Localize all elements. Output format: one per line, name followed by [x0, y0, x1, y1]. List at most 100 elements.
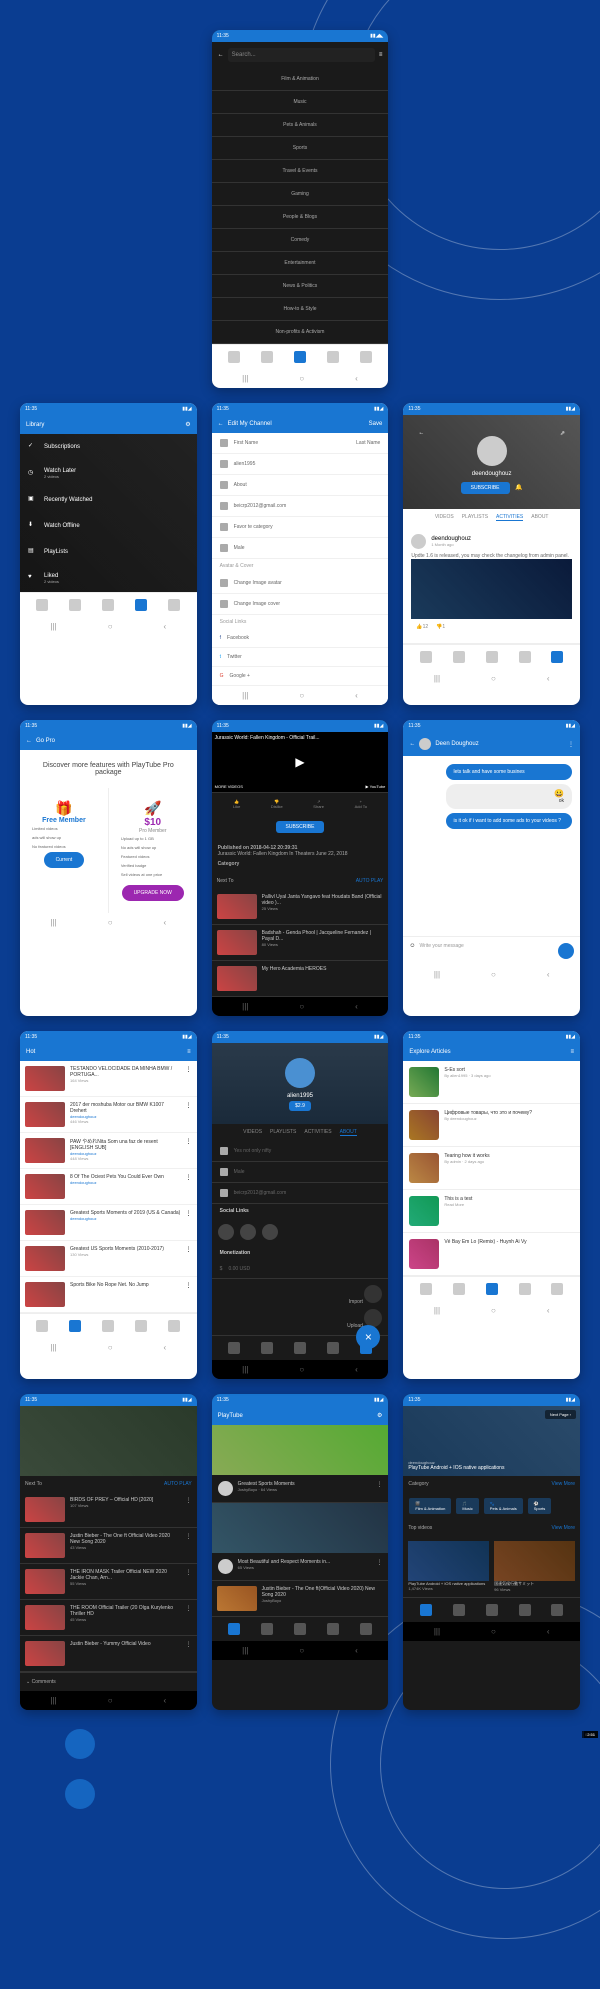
video-player[interactable]: Jurassic World: Fallen Kingdom - Officia… [212, 732, 389, 792]
more-icon[interactable]: ⋮ [186, 1605, 192, 1630]
back-icon[interactable]: ← [218, 421, 224, 427]
video-item[interactable]: PAW やめれNita Som una faz de resent [ENGLI… [20, 1133, 197, 1169]
article-item[interactable]: This is a testRead More [403, 1190, 580, 1233]
nav-library-icon[interactable] [519, 1283, 531, 1295]
watch-later-item[interactable]: ◷Watch Later2 videos [20, 460, 197, 487]
more-icon[interactable]: ⋮ [186, 1138, 192, 1163]
category-chip[interactable]: ⚽Sports [528, 1498, 552, 1514]
video-item[interactable]: THE ROOM Official Trailer (20 Olga Kuryl… [20, 1600, 197, 1636]
video-card[interactable]: 国連気候行動サミット 96 Views [494, 1541, 575, 1592]
email-row[interactable]: beicrp2012@gmail.com [212, 496, 389, 517]
tab-activities[interactable]: ACTIVITIES [496, 514, 523, 521]
more-icon[interactable]: ⋮ [186, 1282, 192, 1307]
category-item[interactable]: Sports [212, 137, 389, 160]
video-item[interactable]: Justin Bieber - Yummy Official Video⋮ [20, 1636, 197, 1672]
category-item[interactable]: Gaming [212, 183, 389, 206]
change-cover-row[interactable]: Change Image cover [212, 594, 389, 615]
tab-about[interactable]: ABOUT [340, 1129, 357, 1136]
category-row[interactable]: Favor te category [212, 517, 389, 538]
name-row[interactable]: First NameLast Name [212, 433, 389, 454]
more-icon[interactable]: ⋮ [186, 1533, 192, 1558]
message-input[interactable]: Write your message [419, 943, 554, 959]
nav-profile-icon[interactable] [551, 1283, 563, 1295]
post-image[interactable] [411, 559, 572, 619]
related-video[interactable]: Badshah - Genda Phool | Jacqueline Ferna… [212, 925, 389, 961]
nav-home-icon[interactable] [420, 1283, 432, 1295]
video-player[interactable] [20, 1406, 197, 1476]
nav-library-icon[interactable] [519, 651, 531, 663]
twitter-icon[interactable] [240, 1224, 256, 1240]
play-icon[interactable]: ▶ [295, 755, 304, 769]
tab-videos[interactable]: VIDEOS [243, 1129, 262, 1136]
twitter-row[interactable]: tTwitter [212, 648, 389, 667]
nav-home-icon[interactable] [420, 1604, 432, 1616]
dislike-button[interactable]: 👎Dislike [271, 799, 283, 809]
video-item[interactable]: 2:51Justin Bieber - The One ft Official … [20, 1528, 197, 1564]
share-button[interactable]: ↗Share [313, 799, 324, 809]
filter-icon[interactable]: ≡ [379, 52, 383, 58]
nav-search-icon[interactable] [294, 1342, 306, 1354]
autoplay-toggle[interactable]: AUTO PLAY [356, 878, 384, 884]
nav-library-icon[interactable] [519, 1604, 531, 1616]
addto-button[interactable]: +Add To [355, 799, 367, 809]
subscribe-button[interactable]: SUBSCRIBE [461, 482, 510, 494]
tab-activities[interactable]: ACTIVITIES [304, 1129, 331, 1136]
filter-icon[interactable]: ≡ [570, 1049, 574, 1055]
search-input[interactable]: Search... [228, 48, 375, 62]
like-button[interactable]: 👍Like [233, 799, 240, 809]
gender-row[interactable]: Male [212, 538, 389, 559]
tab-videos[interactable]: VIDEOS [435, 514, 454, 521]
comments-header[interactable]: ⌄ Comments [20, 1672, 197, 1691]
category-item[interactable]: How-to & Style [212, 298, 389, 321]
nav-home-icon[interactable] [228, 1342, 240, 1354]
nav-trending-icon[interactable] [453, 1283, 465, 1295]
avatar[interactable] [285, 1058, 315, 1088]
nav-search-icon[interactable] [102, 599, 114, 611]
related-video[interactable]: My Hero Academia HEROES [212, 961, 389, 997]
settings-icon[interactable]: ⚙ [185, 421, 190, 428]
video-item[interactable]: Greatest Sports Moments of 2019 (US & Ca… [20, 1205, 197, 1241]
import-button[interactable]: Import [218, 1285, 383, 1305]
nav-search-icon[interactable] [294, 351, 306, 363]
category-chip[interactable]: 🎬Film & Animation [409, 1498, 451, 1514]
google-row[interactable]: GGoogle + [212, 667, 389, 686]
channel-avatar[interactable] [218, 1481, 233, 1496]
subscribe-button[interactable]: SUBSCRIBE [276, 821, 325, 833]
video-item[interactable]: Greatest US Sports Moments (2010-2017)13… [20, 1241, 197, 1277]
nav-trending-icon[interactable] [69, 599, 81, 611]
settings-icon[interactable]: ⚙ [377, 1412, 382, 1419]
video-item[interactable]: 8 Of The Ociest Pets You Could Ever Ownd… [20, 1169, 197, 1205]
category-item[interactable]: Entertainment [212, 252, 389, 275]
more-icon[interactable]: ⋮ [568, 741, 574, 748]
nav-home-icon[interactable] [36, 599, 48, 611]
view-more-link[interactable]: View More [551, 1525, 575, 1531]
article-item[interactable]: Tearing how it worksBy admin · 2 days ag… [403, 1147, 580, 1190]
avatar[interactable] [477, 436, 507, 466]
more-icon[interactable]: ⋮ [186, 1246, 192, 1271]
nav-trending-icon[interactable] [453, 651, 465, 663]
about-row[interactable]: About [212, 475, 389, 496]
back-icon[interactable]: ← [218, 52, 224, 58]
hero-banner[interactable]: Next Page › deendoughouz PlayTube Androi… [403, 1406, 580, 1476]
dislike-count[interactable]: 👎1 [436, 624, 445, 630]
send-button[interactable] [558, 943, 574, 959]
upload-button[interactable]: Upload [218, 1309, 383, 1329]
nav-trending-icon[interactable] [453, 1604, 465, 1616]
nav-home-icon[interactable] [228, 1623, 240, 1635]
nav-home-icon[interactable] [36, 1320, 48, 1332]
facebook-icon[interactable] [218, 1224, 234, 1240]
more-icon[interactable]: ⋮ [186, 1174, 192, 1199]
subscriptions-item[interactable]: ✓Subscriptions [20, 434, 197, 460]
video-item[interactable]: Sports Bike No Rope Net. No Jump⋮ [20, 1277, 197, 1313]
article-item[interactable]: Vé Bay Em Lo (Remix) - Huynh Ai Vy [403, 1233, 580, 1276]
share-icon[interactable]: ⇗ [560, 430, 565, 437]
nav-trending-icon[interactable] [261, 1623, 273, 1635]
video-item[interactable]: TESTANDO VELOCIDADE DA MINHA BMW / PORTU… [20, 1061, 197, 1097]
nav-search-icon[interactable] [486, 1604, 498, 1616]
more-icon[interactable]: ⋮ [376, 1559, 382, 1574]
username-row[interactable]: alien1995 [212, 454, 389, 475]
tab-playlists[interactable]: PLAYLISTS [462, 514, 488, 521]
nav-profile-icon[interactable] [551, 651, 563, 663]
category-item[interactable]: News & Politics [212, 275, 389, 298]
upgrade-button[interactable]: UPGRADE NOW [122, 885, 184, 901]
